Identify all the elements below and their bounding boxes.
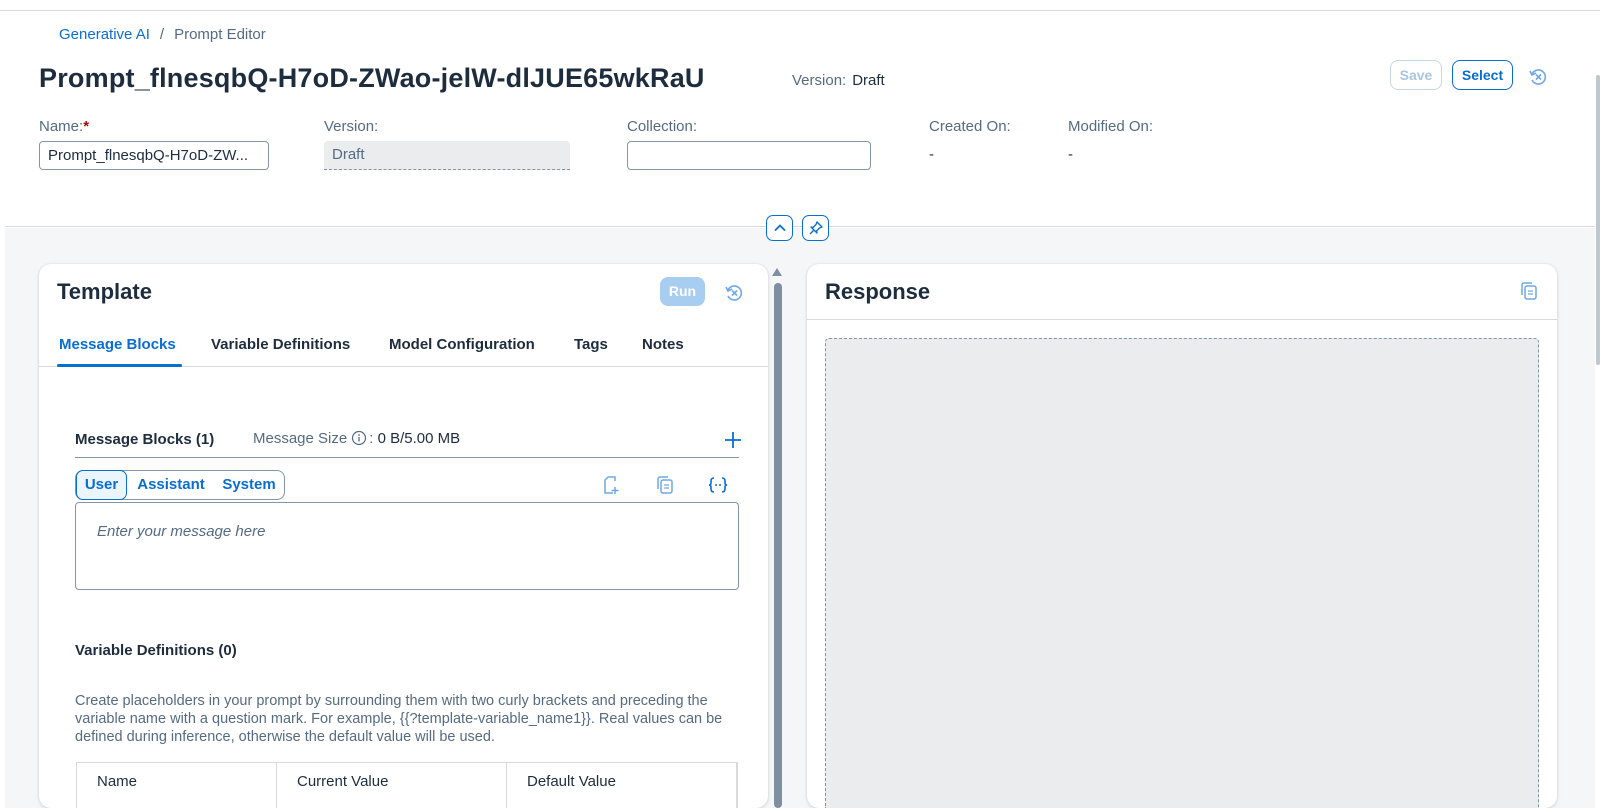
- role-segmented-button: User Assistant System: [75, 470, 285, 500]
- name-label-text: Name:: [39, 118, 84, 135]
- modified-on-value: -: [1068, 146, 1073, 163]
- variable-definitions-description: Create placeholders in your prompt by su…: [75, 693, 723, 745]
- template-scrollbar[interactable]: [774, 283, 782, 808]
- role-user-button[interactable]: User: [76, 470, 127, 500]
- save-button[interactable]: Save: [1390, 60, 1442, 90]
- copy-icon[interactable]: [1518, 280, 1540, 302]
- collection-label: Collection:: [627, 118, 698, 135]
- modified-on-label: Modified On:: [1068, 118, 1154, 135]
- add-icon[interactable]: [722, 429, 744, 451]
- header-version-value: Draft: [852, 72, 885, 89]
- tab-message-blocks[interactable]: Message Blocks: [59, 336, 176, 353]
- breadcrumb-separator: /: [159, 26, 165, 43]
- role-assistant-button[interactable]: Assistant: [131, 471, 211, 499]
- column-header-current-value: Current Value: [277, 763, 507, 808]
- collapse-header-button[interactable]: [766, 215, 793, 241]
- response-output-area: [825, 338, 1539, 808]
- column-header-name: Name: [77, 763, 277, 808]
- object-header: Generative AI / Prompt Editor Prompt_flnes…: [5, 11, 1600, 365]
- role-system-button[interactable]: System: [215, 471, 283, 499]
- variable-definitions-table: Name Current Value Default Value: [76, 762, 738, 808]
- breadcrumb: Generative AI / Prompt Editor: [59, 26, 266, 43]
- message-blocks-title: Message Blocks (1): [75, 431, 215, 448]
- cancel-icon[interactable]: [1527, 66, 1549, 88]
- pin-header-button[interactable]: [802, 215, 829, 241]
- message-blocks-divider: [75, 457, 739, 458]
- header-version-label: Version:: [792, 72, 847, 89]
- message-size: Message Size: 0 B/5.00 MB: [253, 430, 460, 450]
- header-version: Version: Draft: [792, 72, 885, 89]
- variable-braces-icon[interactable]: [707, 474, 729, 496]
- created-on-label: Created On:: [929, 118, 1011, 135]
- response-divider: [807, 319, 1557, 320]
- column-header-default-value: Default Value: [507, 763, 737, 808]
- tab-model-configuration[interactable]: Model Configuration: [389, 336, 535, 353]
- scroll-up-arrow[interactable]: [772, 268, 782, 276]
- breadcrumb-current: Prompt Editor: [174, 26, 266, 43]
- tab-variable-definitions[interactable]: Variable Definitions: [211, 336, 350, 353]
- template-title: Template: [57, 279, 152, 304]
- collection-field[interactable]: [627, 141, 871, 170]
- active-tab-indicator: [57, 364, 182, 367]
- select-button[interactable]: Select: [1452, 60, 1513, 90]
- add-file-icon[interactable]: [601, 474, 623, 496]
- copy-icon[interactable]: [654, 474, 676, 496]
- pin-icon: [809, 221, 823, 235]
- template-tabs: Message Blocks Variable Definitions Mode…: [39, 324, 768, 367]
- name-field[interactable]: Prompt_flnesqbQ-H7oD-ZW...: [39, 141, 269, 170]
- created-on-value: -: [929, 146, 934, 163]
- info-icon[interactable]: [351, 430, 367, 450]
- run-button[interactable]: Run: [660, 277, 705, 306]
- tab-tags[interactable]: Tags: [574, 336, 608, 353]
- message-placeholder: Enter your message here: [97, 523, 266, 540]
- name-label: Name:*: [39, 118, 89, 135]
- page-scrollbar[interactable]: [1596, 75, 1600, 365]
- page-title: Prompt_flnesqbQ-H7oD-ZWao-jelW-dlJUE65wk…: [39, 63, 705, 93]
- cancel-icon[interactable]: [723, 282, 745, 304]
- required-marker: *: [83, 118, 90, 135]
- version-field: Draft: [324, 141, 570, 170]
- response-panel: Response: [807, 264, 1557, 808]
- message-input[interactable]: Enter your message here: [75, 502, 739, 590]
- breadcrumb-link-generative-ai[interactable]: Generative AI: [59, 26, 150, 43]
- prompt-editor-page: Generative AI / Prompt Editor Prompt_flnes…: [0, 0, 1600, 808]
- tab-notes[interactable]: Notes: [642, 336, 684, 353]
- response-title: Response: [825, 279, 931, 304]
- message-size-separator: :: [369, 430, 374, 447]
- version-label: Version:: [324, 118, 379, 135]
- message-size-value: 0 B/5.00 MB: [377, 430, 461, 447]
- chevron-up-icon: [774, 224, 786, 232]
- variable-definitions-title: Variable Definitions (0): [75, 642, 237, 659]
- template-panel: Template Run Message Blocks Variable Def…: [39, 264, 768, 808]
- message-size-label: Message Size: [253, 430, 348, 447]
